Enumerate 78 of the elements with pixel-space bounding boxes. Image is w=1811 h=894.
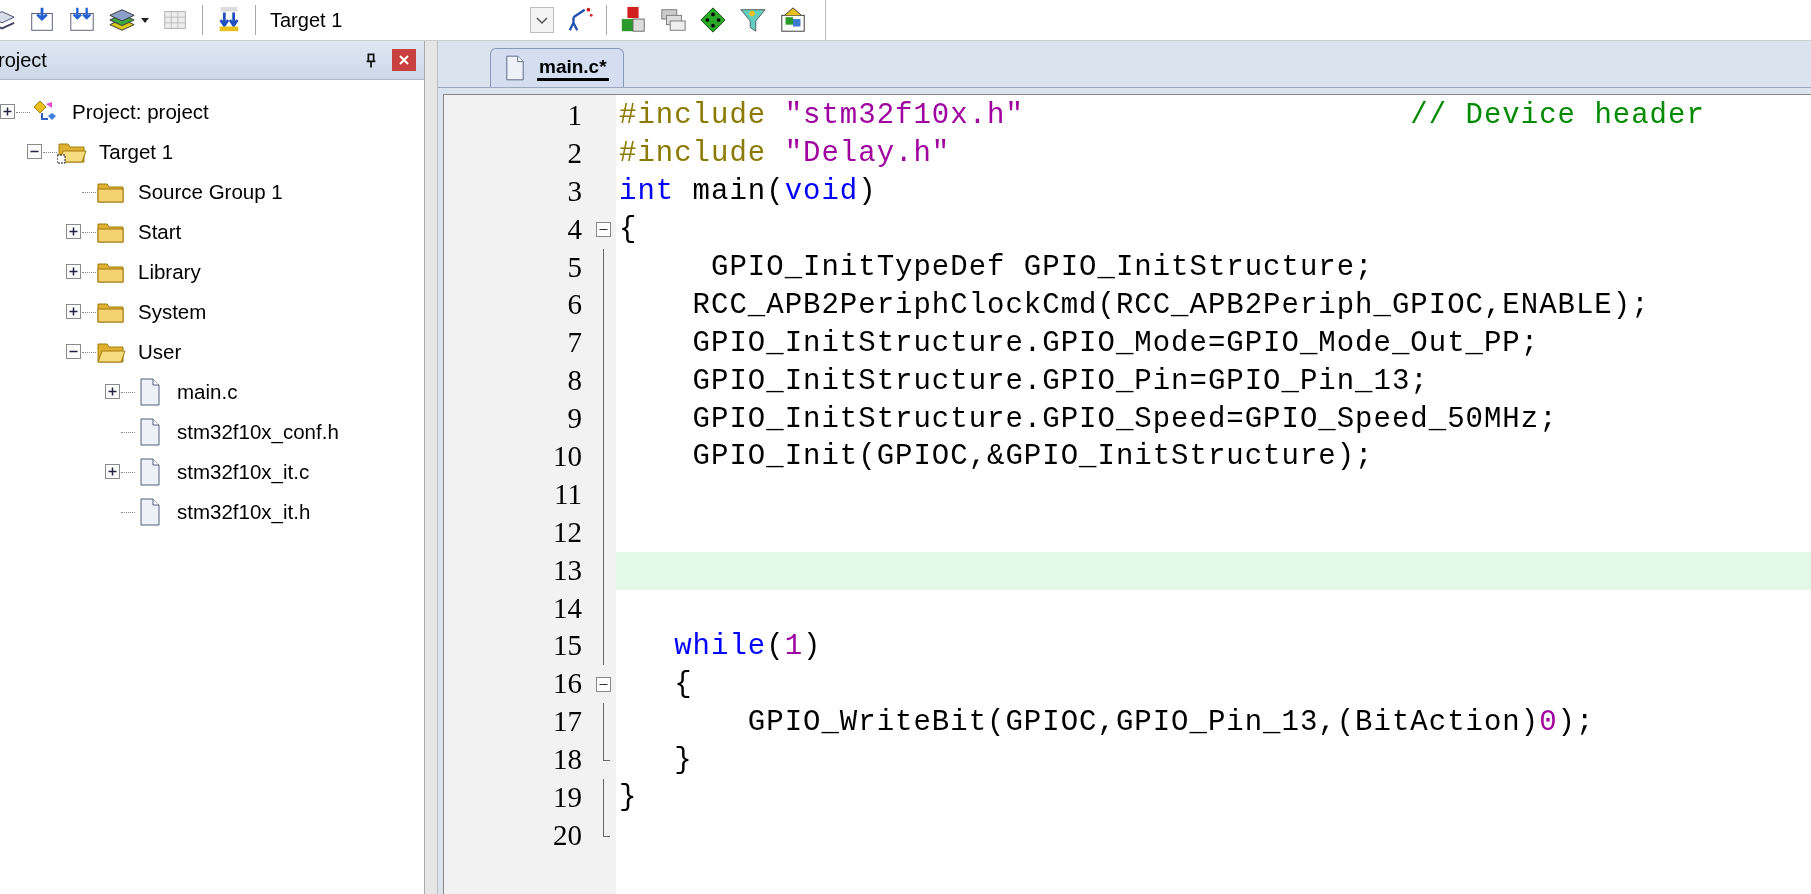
- line-number: 11: [553, 476, 583, 512]
- line-number: 1: [566, 98, 583, 133]
- line-number: 17: [552, 704, 583, 740]
- line-number: 14: [552, 590, 583, 626]
- pin-icon[interactable]: [364, 51, 378, 69]
- package-icon[interactable]: [779, 6, 807, 34]
- diamond-icon[interactable]: [699, 6, 727, 34]
- collapse-icon[interactable]: [596, 676, 611, 692]
- stack-icon[interactable]: [108, 6, 136, 34]
- line-number: 20: [552, 817, 583, 853]
- caret-icon[interactable]: [140, 15, 150, 25]
- code-line: GPIO_WriteBit(GPIOC,GPIO_Pin_13,(BitAction)0);: [746, 705, 1595, 739]
- file-icon: [139, 378, 161, 406]
- windows-icon[interactable]: [659, 6, 687, 34]
- line-number: 7: [566, 325, 583, 361]
- line-number: 18: [552, 742, 583, 778]
- target-dropdown[interactable]: Target 1: [264, 3, 554, 37]
- code-line: GPIO_InitStructure.GPIO_Speed=GPIO_Speed_50MHz;: [691, 402, 1558, 436]
- code-line: #include "stm32f10x.h" // Device header: [619, 99, 1705, 133]
- line-number: 15: [552, 628, 583, 664]
- expand-icon[interactable]: [66, 264, 81, 279]
- expand-icon[interactable]: [0, 104, 15, 119]
- line-number: 6: [566, 287, 583, 323]
- close-icon: [398, 54, 410, 66]
- expand-icon[interactable]: [66, 224, 81, 239]
- line-number: 3: [566, 173, 583, 209]
- tree-item[interactable]: Library: [138, 260, 201, 284]
- line-number: 9: [566, 401, 583, 437]
- file-icon: [139, 498, 161, 526]
- code-line: #include "Delay.h": [619, 137, 951, 171]
- code-line: GPIO_InitStructure.GPIO_Mode=GPIO_Mode_Out_PP;: [691, 326, 1540, 360]
- line-number: 16: [552, 666, 583, 702]
- file-tab[interactable]: main.c*: [490, 48, 624, 87]
- file-icon: [139, 458, 161, 486]
- line-number: 8: [566, 363, 583, 399]
- expand-icon[interactable]: [105, 464, 120, 479]
- tree-item[interactable]: Project: project: [72, 100, 209, 124]
- line-number: 10: [552, 439, 583, 474]
- code-line: GPIO_Init(GPIOC,&GPIO_InitStructure);: [691, 440, 1374, 474]
- tree-item[interactable]: User: [138, 340, 182, 364]
- tree-item[interactable]: main.c: [177, 380, 238, 404]
- line-number: 12: [552, 514, 583, 550]
- magic-wand-icon[interactable]: [566, 6, 594, 34]
- code-line: }: [673, 743, 693, 777]
- collapse-icon[interactable]: [27, 144, 42, 159]
- tree-item[interactable]: Start: [138, 220, 182, 244]
- code-line: RCC_APB2PeriphClockCmd(RCC_APB2Periph_GPIOC,ENABLE);: [691, 288, 1650, 322]
- line-number: 13: [552, 552, 583, 588]
- code-line: while(1): [673, 629, 822, 663]
- code-line: GPIO_InitTypeDef GPIO_InitStructure;: [710, 251, 1374, 284]
- code-editor[interactable]: [443, 94, 1811, 894]
- expand-icon[interactable]: [66, 304, 81, 319]
- tree-item[interactable]: System: [138, 300, 207, 324]
- expand-icon[interactable]: [105, 384, 120, 399]
- line-number: 4: [566, 211, 583, 247]
- tree-item[interactable]: stm32f10x_conf.h: [177, 420, 339, 444]
- tree-item[interactable]: Target 1: [99, 140, 174, 164]
- collapse-icon[interactable]: [66, 344, 81, 359]
- components-icon[interactable]: [619, 6, 647, 34]
- file-icon: [505, 55, 525, 81]
- code-line: {: [619, 213, 638, 247]
- code-line: }: [619, 781, 638, 815]
- line-number: 2: [566, 135, 583, 171]
- file-icon: [139, 418, 161, 446]
- funnel-icon[interactable]: [739, 6, 767, 34]
- panel-title: roject: [0, 48, 48, 72]
- tree-item[interactable]: stm32f10x_it.h: [177, 500, 311, 524]
- code-line: GPIO_InitStructure.GPIO_Pin=GPIO_Pin_13;: [691, 364, 1429, 398]
- download-all-icon[interactable]: [68, 6, 96, 34]
- download-icon[interactable]: [28, 6, 56, 34]
- line-number: 19: [552, 780, 583, 816]
- code-line: {: [673, 667, 693, 701]
- tree-item[interactable]: stm32f10x_it.c: [177, 460, 310, 484]
- code-line: int main(void): [619, 175, 877, 209]
- close-button[interactable]: [392, 49, 416, 71]
- collapse-icon[interactable]: [596, 222, 611, 238]
- line-number: 5: [566, 249, 583, 285]
- tree-item[interactable]: Source Group 1: [138, 180, 283, 204]
